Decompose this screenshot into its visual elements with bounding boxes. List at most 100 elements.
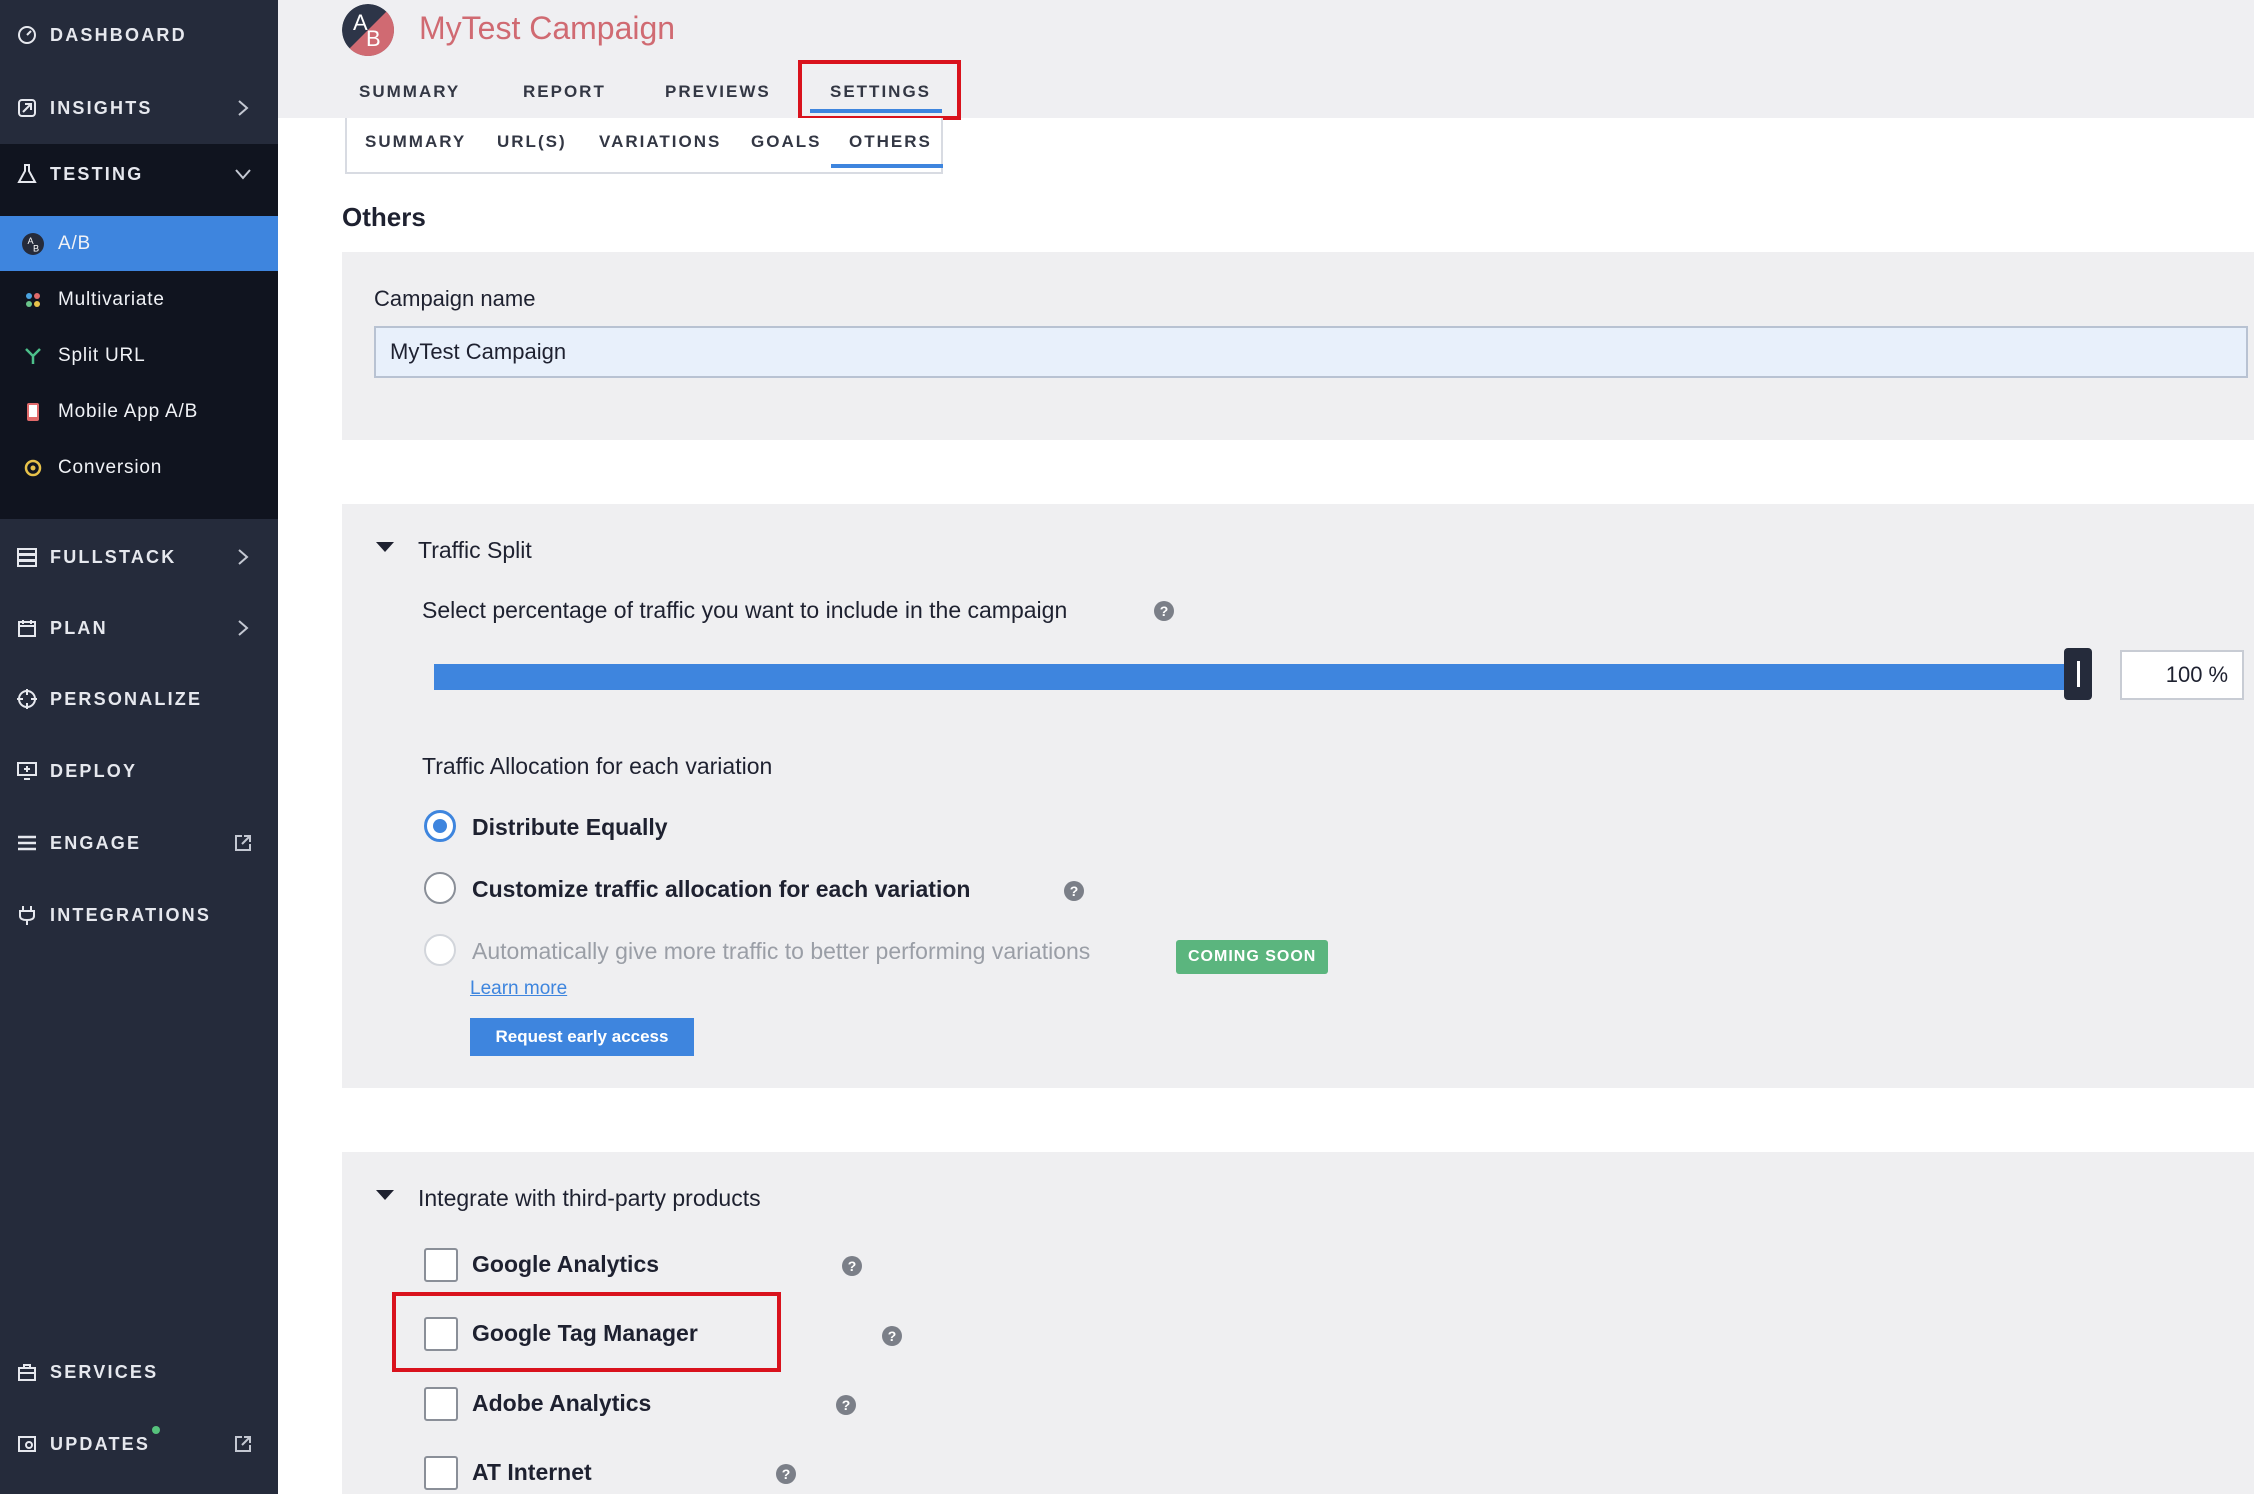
traffic-slider-fill: [434, 664, 2070, 690]
campaign-type-ab-icon: A B: [342, 4, 394, 56]
subtab-urls[interactable]: URL(S): [497, 132, 567, 152]
sidebar-item-plan[interactable]: PLAN: [0, 598, 278, 658]
settings-subtabs: SUMMARY URL(S) VARIATIONS GOALS OTHERS: [345, 118, 943, 174]
subtab-others[interactable]: OTHERS: [849, 132, 932, 152]
sidebar-item-label: Conversion: [58, 456, 163, 478]
engage-icon: [16, 832, 38, 854]
sidebar-item-mobile-app-ab[interactable]: Mobile App A/B: [0, 384, 278, 439]
sidebar-item-label: PLAN: [50, 617, 108, 638]
traffic-slider-track[interactable]: [434, 664, 2070, 690]
tab-summary[interactable]: SUMMARY: [359, 82, 460, 102]
at-internet-label[interactable]: AT Internet: [472, 1459, 592, 1486]
testing-group: TESTING AB A/B Multivariate Split URL Mo…: [0, 144, 278, 519]
help-icon[interactable]: ?: [776, 1464, 796, 1484]
stack-icon: [16, 546, 38, 568]
help-icon[interactable]: ?: [1064, 881, 1084, 901]
section-title: Others: [342, 202, 426, 232]
sidebar-item-label: Mobile App A/B: [58, 400, 199, 422]
traffic-split-heading[interactable]: Traffic Split: [418, 537, 532, 564]
adobe-analytics-checkbox[interactable]: [424, 1387, 458, 1421]
notification-dot: [152, 1426, 160, 1434]
briefcase-icon: [16, 1361, 38, 1383]
chevron-right-icon: [232, 97, 254, 119]
crosshair-icon: [16, 688, 38, 710]
tab-previews[interactable]: PREVIEWS: [665, 82, 771, 102]
external-link-icon: [232, 1433, 254, 1455]
subtab-summary[interactable]: SUMMARY: [365, 132, 466, 152]
sidebar-item-multivariate[interactable]: Multivariate: [0, 272, 278, 327]
traffic-allocation-heading: Traffic Allocation for each variation: [422, 753, 773, 779]
customize-allocation-radio[interactable]: [424, 872, 456, 904]
google-analytics-label[interactable]: Google Analytics: [472, 1251, 659, 1278]
calendar-icon: [16, 617, 38, 639]
caret-down-icon[interactable]: [376, 1190, 394, 1200]
chevron-right-icon: [232, 617, 254, 639]
sidebar-item-insights[interactable]: INSIGHTS: [0, 78, 278, 138]
sidebar-item-engage[interactable]: ENGAGE: [0, 813, 278, 873]
settings-highlight-box: [798, 60, 961, 120]
request-early-access-button[interactable]: Request early access: [470, 1018, 694, 1056]
integrations-heading[interactable]: Integrate with third-party products: [418, 1185, 761, 1212]
traffic-percentage-value: 100: [2165, 662, 2203, 687]
learn-more-link[interactable]: Learn more: [470, 978, 567, 1000]
sidebar-item-label: A/B: [58, 232, 92, 254]
traffic-percentage-input[interactable]: 100 %: [2120, 650, 2244, 700]
customize-allocation-label[interactable]: Customize traffic allocation for each va…: [472, 876, 970, 903]
subtab-variations[interactable]: VARIATIONS: [599, 132, 721, 152]
split-icon: [22, 345, 44, 367]
sidebar: DASHBOARD INSIGHTS TESTING AB A/B Multiv…: [0, 0, 278, 1494]
chevron-down-icon: [232, 163, 254, 185]
sidebar-item-deploy[interactable]: DEPLOY: [0, 741, 278, 801]
sidebar-item-label: Multivariate: [58, 288, 165, 310]
ab-icon: AB: [22, 232, 44, 255]
sidebar-item-personalize[interactable]: PERSONALIZE: [0, 669, 278, 729]
caret-down-icon[interactable]: [376, 542, 394, 552]
google-analytics-checkbox[interactable]: [424, 1248, 458, 1282]
distribute-equally-radio[interactable]: [424, 810, 456, 842]
help-icon[interactable]: ?: [882, 1326, 902, 1346]
sidebar-item-label: FULLSTACK: [50, 546, 177, 567]
subtab-goals[interactable]: GOALS: [751, 132, 821, 152]
sidebar-item-fullstack[interactable]: FULLSTACK: [0, 527, 278, 587]
svg-text:B: B: [33, 243, 39, 253]
gauge-icon: [16, 24, 38, 46]
sidebar-item-label: SERVICES: [50, 1361, 159, 1382]
external-link-icon: [232, 832, 254, 854]
percent-unit: %: [2208, 662, 2228, 687]
insights-icon: [16, 97, 38, 119]
sidebar-item-label: UPDATES: [50, 1433, 151, 1454]
auto-allocation-label: Automatically give more traffic to bette…: [472, 938, 1091, 964]
sidebar-item-label: TESTING: [50, 163, 144, 184]
help-icon[interactable]: ?: [836, 1395, 856, 1415]
auto-allocation-radio: [424, 934, 456, 966]
page-title: MyTest Campaign: [419, 10, 676, 46]
tab-report[interactable]: REPORT: [523, 82, 606, 102]
sidebar-item-ab[interactable]: AB A/B: [0, 216, 278, 271]
conversion-icon: [22, 457, 44, 479]
sidebar-item-split-url[interactable]: Split URL: [0, 328, 278, 383]
sidebar-item-label: Split URL: [58, 344, 146, 366]
sidebar-item-testing[interactable]: TESTING: [0, 144, 278, 204]
sidebar-item-services[interactable]: SERVICES: [0, 1342, 278, 1402]
sidebar-item-updates[interactable]: UPDATES: [0, 1414, 278, 1474]
google-tag-manager-highlight-box: [392, 1292, 781, 1372]
campaign-name-panel: Campaign name: [342, 252, 2254, 440]
active-subtab-indicator: [831, 164, 943, 168]
sidebar-item-dashboard[interactable]: DASHBOARD: [0, 5, 278, 65]
help-icon[interactable]: ?: [842, 1256, 862, 1276]
deploy-icon: [16, 760, 38, 782]
at-internet-checkbox[interactable]: [424, 1456, 458, 1490]
adobe-analytics-label[interactable]: Adobe Analytics: [472, 1390, 651, 1417]
svg-text:B: B: [366, 26, 381, 51]
grid-dots-icon: [22, 289, 44, 311]
mobile-phone-icon: [22, 401, 44, 423]
sidebar-item-conversion[interactable]: Conversion: [0, 440, 278, 495]
sidebar-item-integrations[interactable]: INTEGRATIONS: [0, 885, 278, 945]
sidebar-item-label: INTEGRATIONS: [50, 904, 212, 925]
sidebar-item-label: INSIGHTS: [50, 97, 153, 118]
traffic-slider-handle[interactable]: [2064, 648, 2092, 700]
help-icon[interactable]: ?: [1154, 601, 1174, 621]
distribute-equally-label[interactable]: Distribute Equally: [472, 814, 668, 841]
sidebar-item-label: PERSONALIZE: [50, 688, 203, 709]
campaign-name-input[interactable]: [374, 326, 2248, 378]
